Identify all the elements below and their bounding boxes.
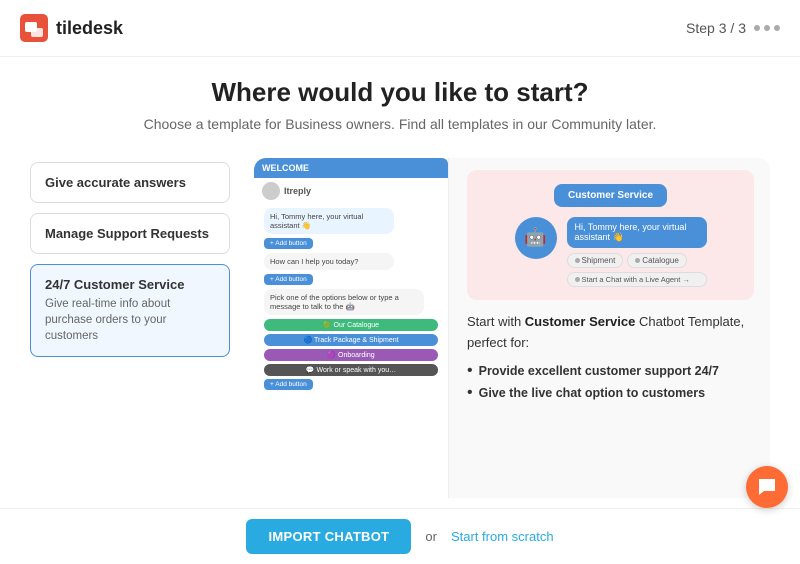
option-manage-support-requests[interactable]: Manage Support Requests bbox=[30, 213, 230, 254]
option-desc-customer-service: Give real-time info about purchase order… bbox=[45, 296, 215, 344]
mockup-chat-pick: Pick one of the options below or type a … bbox=[264, 289, 424, 315]
preview-panel: WELCOME Itreply Hi, Tommy here, your vir… bbox=[254, 158, 770, 498]
illustration-box: Customer Service 🤖 Hi, Tommy here, your … bbox=[467, 170, 754, 300]
chat-fab-icon bbox=[756, 476, 778, 498]
bullet-item-1: Provide excellent customer support 24/7 bbox=[467, 362, 754, 380]
mockup-header: WELCOME bbox=[254, 158, 448, 178]
option-label-customer-service: 24/7 Customer Service bbox=[45, 277, 215, 292]
or-text: or bbox=[425, 529, 437, 544]
right-panel: Customer Service 🤖 Hi, Tommy here, your … bbox=[463, 158, 770, 498]
cs-card-label: Customer Service bbox=[554, 184, 667, 207]
option-customer-service[interactable]: 24/7 Customer Service Give real-time inf… bbox=[30, 264, 230, 357]
option-label-manage-support: Manage Support Requests bbox=[45, 226, 215, 241]
main-heading-section: Where would you like to start? Choose a … bbox=[0, 57, 800, 148]
import-chatbot-button[interactable]: IMPORT CHATBOT bbox=[246, 519, 411, 554]
content-area: Give accurate answers Manage Support Req… bbox=[0, 148, 800, 508]
logo: tiledesk bbox=[20, 14, 123, 42]
dot-1 bbox=[754, 25, 760, 31]
pill-catalogue: Catalogue bbox=[627, 253, 686, 268]
bullet-item-2: Give the live chat option to customers bbox=[467, 384, 754, 402]
pill-live-agent: Start a Chat with a Live Agent → bbox=[567, 272, 707, 287]
dot-2 bbox=[764, 25, 770, 31]
chat-fab-button[interactable] bbox=[746, 466, 788, 508]
mockup-brand-label: Itreply bbox=[284, 186, 311, 196]
mockup-add-button-2: + Add button bbox=[264, 274, 313, 285]
mockup-welcome-label: WELCOME bbox=[262, 163, 309, 173]
description-text: Start with Customer Service Chatbot Temp… bbox=[467, 312, 754, 354]
template-options-list: Give accurate answers Manage Support Req… bbox=[30, 158, 230, 498]
mockup-add-button-3: + Add button bbox=[264, 379, 313, 390]
pill-buttons: Shipment Catalogue bbox=[567, 253, 707, 268]
step-dots bbox=[754, 25, 780, 31]
option-give-accurate-answers[interactable]: Give accurate answers bbox=[30, 162, 230, 203]
step-indicator: Step 3 / 3 bbox=[686, 20, 780, 36]
bullet-list: Provide excellent customer support 24/7 … bbox=[467, 362, 754, 406]
mockup-option-speak: 💬 Work or speak with you… bbox=[264, 364, 438, 376]
header: tiledesk Step 3 / 3 bbox=[0, 0, 800, 57]
option-label-give-accurate-answers: Give accurate answers bbox=[45, 175, 215, 190]
start-from-scratch-link[interactable]: Start from scratch bbox=[451, 529, 554, 544]
bubble-greeting: Hi, Tommy here, your virtual assistant 👋 bbox=[567, 217, 707, 248]
mockup-body: Hi, Tommy here, your virtual assistant 👋… bbox=[262, 202, 440, 400]
mockup-chat-question: How can I help you today? bbox=[264, 253, 394, 270]
mockup-add-button-1: + Add button bbox=[264, 238, 313, 249]
mockup-chat-greeting: Hi, Tommy here, your virtual assistant 👋 bbox=[264, 208, 394, 234]
bot-avatar-icon: 🤖 bbox=[515, 217, 557, 259]
mockup-option-track: 🔵 Track Package & Shipment bbox=[264, 334, 438, 346]
mockup-option-catalogue: 🟢 Our Catalogue bbox=[264, 319, 438, 331]
mockup-option-onboarding: 🟣 Onboarding bbox=[264, 349, 438, 361]
chatbot-mockup: WELCOME Itreply Hi, Tommy here, your vir… bbox=[254, 158, 449, 498]
dot-3 bbox=[774, 25, 780, 31]
logo-text: tiledesk bbox=[56, 18, 123, 39]
step-label: Step 3 / 3 bbox=[686, 20, 746, 36]
footer: IMPORT CHATBOT or Start from scratch bbox=[0, 508, 800, 564]
page-subtitle: Choose a template for Business owners. F… bbox=[40, 116, 760, 132]
pill-shipment: Shipment bbox=[567, 253, 624, 268]
page-title: Where would you like to start? bbox=[40, 77, 760, 108]
tiledesk-logo-icon bbox=[20, 14, 48, 42]
